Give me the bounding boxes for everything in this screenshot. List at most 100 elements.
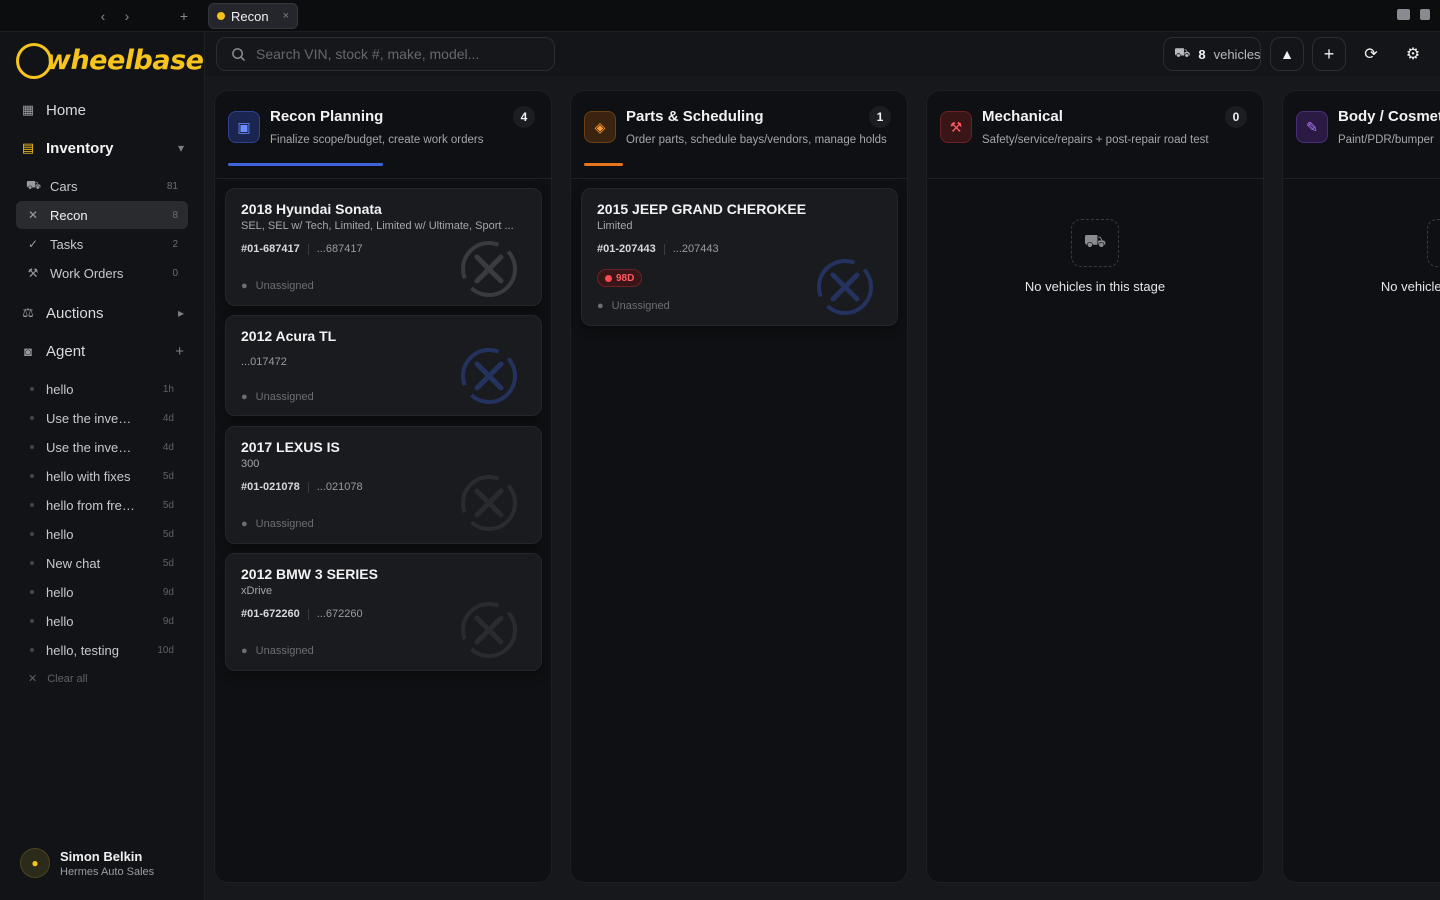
sidebar-item-count: 8 bbox=[172, 209, 178, 221]
close-tab-icon[interactable]: × bbox=[283, 10, 289, 22]
chat-item[interactable]: hello 9d bbox=[16, 607, 188, 635]
chat-title: hello, testing bbox=[46, 642, 119, 658]
search-input[interactable] bbox=[256, 46, 536, 62]
recon-tools-icon bbox=[461, 348, 517, 404]
chat-title: New chat bbox=[46, 555, 101, 571]
card-title: 2012 BMW 3 SERIES bbox=[241, 566, 378, 582]
nav-auctions[interactable]: ⚖ Auctions ▸ bbox=[16, 299, 188, 327]
vehicle-card[interactable]: 2018 Hyundai Sonata SEL, SEL w/ Tech, Li… bbox=[225, 188, 542, 306]
user-org: Hermes Auto Sales bbox=[60, 865, 155, 878]
forward-button[interactable]: › bbox=[119, 7, 135, 25]
add-button[interactable]: + bbox=[1312, 37, 1346, 71]
sidebar-item-label: Tasks bbox=[50, 236, 84, 252]
chat-item[interactable]: hello with fixes 5d bbox=[16, 462, 188, 490]
chat-item[interactable]: hello, testing 10d bbox=[16, 636, 188, 664]
sidebar-item-label: Cars bbox=[50, 178, 78, 194]
alert-button[interactable]: ▲ bbox=[1270, 37, 1304, 71]
column-count: 4 bbox=[513, 106, 535, 128]
tools-icon: ✕ bbox=[27, 208, 39, 222]
search-box[interactable] bbox=[216, 37, 555, 71]
refresh-button[interactable]: ⟳ bbox=[1354, 37, 1388, 71]
column-header: ⚒ Mechanical Safety/service/repairs + po… bbox=[927, 91, 1263, 179]
chat-title: hello bbox=[46, 526, 74, 542]
chat-item[interactable]: Use the invent... 4d bbox=[16, 404, 188, 432]
user-profile[interactable]: ● Simon Belkin Hermes Auto Sales bbox=[20, 848, 154, 878]
chat-age: 5d bbox=[162, 499, 174, 511]
recon-tools-icon bbox=[461, 475, 517, 531]
folder-icon[interactable] bbox=[1397, 9, 1410, 20]
stock-number: #01-672260 bbox=[241, 608, 300, 620]
tab-recon[interactable]: Recon × bbox=[208, 3, 298, 29]
badge-label: 98D bbox=[616, 272, 635, 284]
check-icon: ✓ bbox=[27, 237, 39, 251]
chat-age: 4d bbox=[162, 412, 174, 424]
sidebar-item-recon[interactable]: ✕ Recon 8 bbox=[16, 201, 188, 229]
nav-agent-label: Agent bbox=[46, 342, 86, 360]
column-subtitle: Safety/service/repairs + post-repair roa… bbox=[982, 134, 1209, 146]
column-count: 1 bbox=[869, 106, 891, 128]
column-header: ◈ Parts & Scheduling Order parts, schedu… bbox=[571, 91, 907, 179]
panel-toggle-icon[interactable] bbox=[1420, 9, 1430, 20]
vin-suffix: ...207443 bbox=[672, 243, 719, 255]
chat-item[interactable]: New chat 5d bbox=[16, 549, 188, 577]
sidebar-item-work-orders[interactable]: ⚒ Work Orders 0 bbox=[16, 259, 188, 287]
stock-number: #01-207443 bbox=[597, 243, 656, 255]
new-tab-button[interactable]: + bbox=[176, 7, 192, 25]
settings-button[interactable]: ⚙ bbox=[1396, 37, 1430, 71]
clear-all-button[interactable]: ✕ Clear all bbox=[28, 672, 88, 686]
chat-age: 9d bbox=[162, 615, 174, 627]
plus-icon: + bbox=[1323, 43, 1335, 64]
column-progress-bar bbox=[228, 163, 383, 166]
vehicle-card[interactable]: 2012 BMW 3 SERIES xDrive #01-672260 ...67… bbox=[225, 553, 542, 671]
column-title: Parts & Scheduling bbox=[626, 108, 764, 125]
column-subtitle: Paint/PDR/bumper bbox=[1338, 134, 1434, 146]
chat-age: 5d bbox=[162, 470, 174, 482]
tab-bar: ‹ › + Recon × bbox=[0, 0, 1440, 32]
refresh-icon: ⟳ bbox=[1364, 46, 1378, 63]
assignee: Unassigned bbox=[255, 645, 314, 657]
chat-item[interactable]: hello 9d bbox=[16, 578, 188, 606]
card-subtitle: 300 bbox=[241, 458, 260, 470]
chat-title: Use the invent... bbox=[46, 439, 138, 455]
sidebar-item-label: Work Orders bbox=[50, 265, 124, 281]
clear-all-label: Clear all bbox=[47, 672, 88, 685]
chat-item[interactable]: hello 5d bbox=[16, 520, 188, 548]
vin-suffix: ...021078 bbox=[316, 481, 363, 493]
vehicle-card[interactable]: 2012 Acura TL ...017472 ● Unassigned bbox=[225, 315, 542, 416]
column-progress-bar bbox=[584, 163, 623, 166]
chat-item[interactable]: hello 1h bbox=[16, 375, 188, 403]
chevron-down-icon[interactable]: ▾ bbox=[178, 141, 184, 155]
column-subtitle: Finalize scope/budget, create work order… bbox=[270, 134, 484, 146]
sidebar-item-cars[interactable]: ⛟ Cars 81 bbox=[16, 172, 188, 200]
card-title: 2018 Hyundai Sonata bbox=[241, 201, 382, 217]
chat-item[interactable]: Use the invent... 4d bbox=[16, 433, 188, 461]
vehicle-card[interactable]: 2017 LEXUS IS 300 #01-021078 ...021078 ● U… bbox=[225, 426, 542, 544]
chat-title: hello bbox=[46, 584, 74, 600]
add-chat-icon[interactable]: + bbox=[175, 343, 184, 360]
chat-age: 10d bbox=[157, 644, 174, 656]
nav-agent[interactable]: ◙ Agent + bbox=[16, 337, 188, 365]
logo[interactable]: wheelbase bbox=[16, 41, 204, 83]
nav-home[interactable]: ▦ Home bbox=[16, 96, 188, 124]
chevron-right-icon[interactable]: ▸ bbox=[178, 306, 184, 320]
sidebar-item-count: 81 bbox=[166, 180, 178, 192]
gear-icon: ⚙ bbox=[1405, 46, 1421, 63]
user-icon: ● bbox=[241, 645, 248, 657]
sidebar-item-label: Recon bbox=[50, 207, 88, 223]
chat-age: 4d bbox=[162, 441, 174, 453]
toolbar: ⛟ 8 vehicles ▲ + ⟳ ⚙ bbox=[205, 32, 1440, 76]
nav-home-label: Home bbox=[46, 101, 87, 119]
car-icon: ⛟ bbox=[1174, 45, 1191, 60]
recon-tools-icon bbox=[461, 241, 517, 297]
user-icon: ● bbox=[241, 280, 248, 292]
empty-state: ⛟ No vehicles in this stage bbox=[927, 219, 1263, 294]
column-header: ✎ Body / Cosmetic Paint/PDR/bumper bbox=[1283, 91, 1440, 179]
days-in-stock-badge: 98D bbox=[597, 269, 643, 287]
sidebar-item-tasks[interactable]: ✓ Tasks 2 bbox=[16, 230, 188, 258]
back-button[interactable]: ‹ bbox=[95, 7, 111, 25]
vehicle-count-chip: ⛟ 8 vehicles bbox=[1163, 37, 1261, 71]
vehicle-card[interactable]: 2015 JEEP GRAND CHEROKEE Limited #01-207… bbox=[581, 188, 898, 326]
nav-inventory[interactable]: ▤ Inventory ▾ bbox=[16, 134, 188, 162]
card-title: 2012 Acura TL bbox=[241, 328, 337, 344]
chat-item[interactable]: hello from fres... 5d bbox=[16, 491, 188, 519]
